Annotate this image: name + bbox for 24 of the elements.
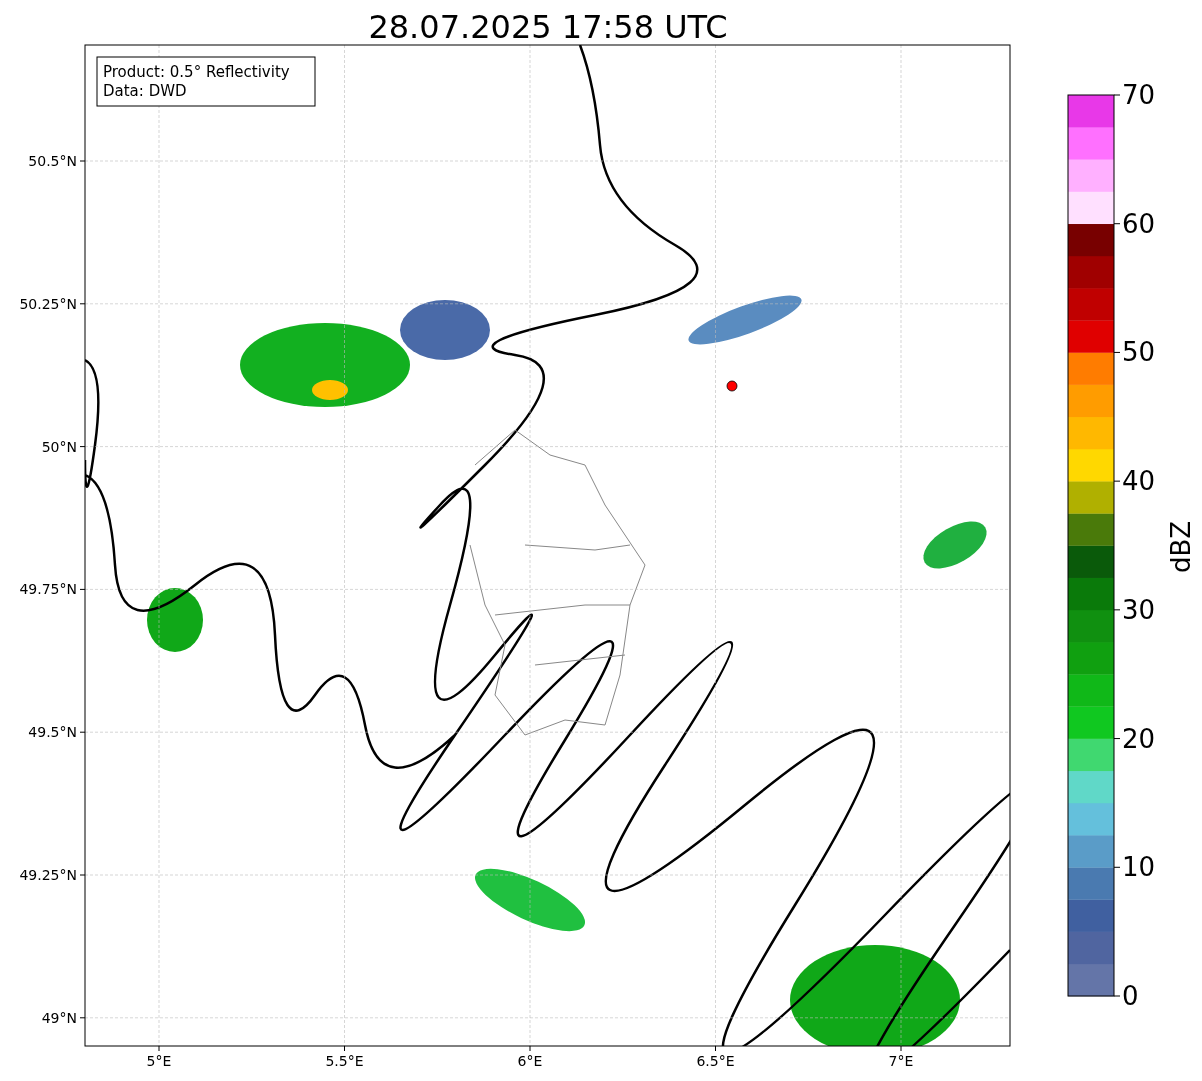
latitude-label: 49.75°N (19, 581, 77, 598)
chart-title: 28.07.2025 17:58 UTC (368, 8, 728, 46)
colorbar-tick-label: 10 (1122, 852, 1156, 883)
longitude-label: 7°E (888, 1053, 914, 1069)
longitude-label: 6°E (517, 1053, 543, 1069)
info-text: Product: 0.5° Reflectivity (103, 63, 290, 81)
colorbar-tick-label: 60 (1122, 208, 1156, 239)
longitude-label: 5.5°E (325, 1053, 364, 1069)
latitude-label: 49.25°N (19, 867, 77, 883)
latitude-label: 49°N (41, 1009, 77, 1026)
info-text: Data: DWD (103, 82, 187, 100)
latitude-label: 50°N (41, 438, 77, 455)
colorbar-tick-label: 40 (1122, 466, 1156, 497)
latitude-label: 50.25°N (19, 295, 77, 312)
colorbar-label: dBZ (1166, 520, 1196, 574)
colorbar-tick-label: 70 (1122, 80, 1156, 110)
latitude-label: 50.5°N (28, 153, 77, 169)
latitude-label: 49.5°N (28, 724, 77, 741)
colorbar-tick-label: 20 (1122, 723, 1156, 754)
longitude-label: 6.5°E (696, 1053, 735, 1069)
colorbar-tick-label: 50 (1122, 337, 1156, 368)
colorbar-tick-label: 30 (1122, 594, 1156, 625)
colorbar-tick-label: 0 (1122, 981, 1139, 1011)
longitude-label: 5°E (146, 1053, 172, 1069)
